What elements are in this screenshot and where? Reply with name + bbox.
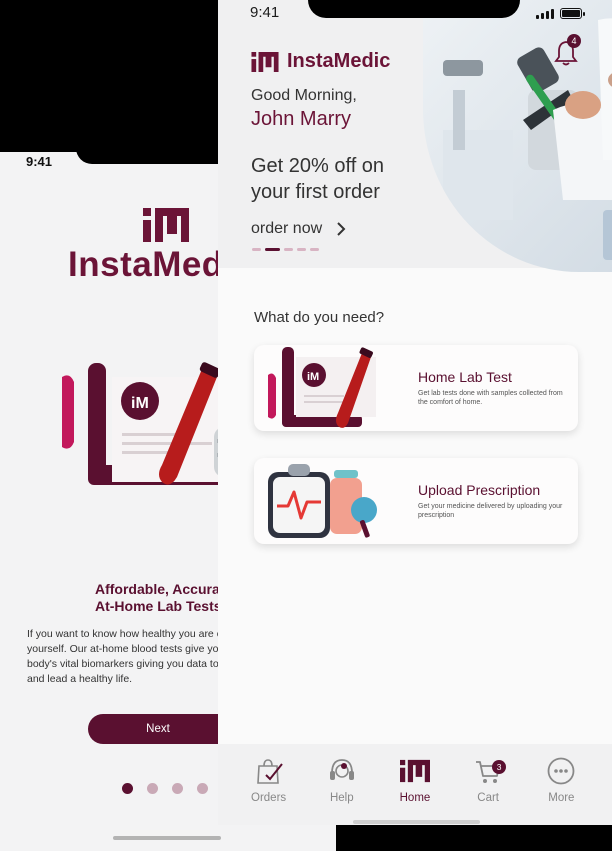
status-icons bbox=[536, 8, 585, 19]
battery-icon bbox=[560, 8, 585, 19]
home-lab-test-card[interactable]: iM Home Lab Test Get lab tests done with… bbox=[254, 345, 578, 431]
user-name: John Marry bbox=[251, 108, 352, 130]
upload-prescription-card[interactable]: Upload Prescription Get your medicine de… bbox=[254, 458, 578, 544]
prescription-clipboard-icon bbox=[268, 464, 377, 538]
hero-banner[interactable]: 9:41 InstaMedic Good Morning, John Marry… bbox=[218, 0, 612, 272]
section-title: What do you need? bbox=[254, 309, 385, 326]
home-screen: 9:41 InstaMedic Good Morning, John Marry… bbox=[218, 0, 612, 825]
card-subtitle: Get your medicine delivered by uploading… bbox=[418, 503, 563, 519]
card-subtitle: Get lab tests done with samples collecte… bbox=[418, 390, 563, 406]
bottom-tab-bar: Orders Help Home 3 Cart More bbox=[218, 744, 612, 825]
carousel-indicator bbox=[252, 248, 319, 251]
brand-name: InstaMedic bbox=[287, 50, 391, 72]
order-now-link[interactable]: order now bbox=[251, 220, 346, 238]
pager-dot[interactable] bbox=[197, 783, 208, 794]
svg-text:iM: iM bbox=[307, 371, 319, 383]
status-time: 9:41 bbox=[250, 4, 280, 21]
headset-icon bbox=[329, 759, 354, 780]
tab-label: Help bbox=[329, 792, 354, 804]
lab-test-icon: iM bbox=[268, 347, 376, 428]
carousel-dot[interactable] bbox=[252, 248, 261, 251]
status-time: 9:41 bbox=[26, 154, 53, 169]
cart-count-badge: 3 bbox=[492, 760, 507, 774]
instamedic-logo-icon bbox=[251, 51, 279, 72]
tab-home[interactable]: Home bbox=[385, 756, 445, 825]
hero-logo: InstaMedic bbox=[251, 50, 390, 73]
home-indicator bbox=[353, 820, 480, 824]
home-indicator bbox=[113, 836, 221, 840]
tab-label: Cart bbox=[477, 792, 500, 804]
pager-dot[interactable] bbox=[172, 783, 183, 794]
carousel-dot[interactable] bbox=[297, 248, 306, 251]
svg-text:iM: iM bbox=[131, 395, 149, 412]
greeting-text: Good Morning, bbox=[251, 87, 357, 104]
notification-badge: 4 bbox=[567, 34, 581, 48]
phone-notch bbox=[308, 0, 520, 18]
shopping-bag-check-icon bbox=[256, 759, 283, 784]
lab-scientist-photo bbox=[423, 0, 612, 272]
order-now-label: order now bbox=[251, 220, 323, 237]
more-dots-icon bbox=[547, 757, 575, 785]
signal-icon bbox=[536, 8, 554, 19]
carousel-dot[interactable] bbox=[284, 248, 293, 251]
tab-cart[interactable]: 3 Cart bbox=[458, 756, 518, 825]
offer-text: Get 20% off on your first order bbox=[251, 155, 385, 203]
tab-label: Home bbox=[399, 792, 431, 804]
chevron-right-icon bbox=[337, 222, 346, 236]
carousel-dot[interactable] bbox=[310, 248, 319, 251]
tab-label: Orders bbox=[251, 792, 287, 804]
tab-more[interactable]: More bbox=[531, 756, 591, 825]
card-title: Home Lab Test bbox=[418, 369, 512, 385]
card-title: Upload Prescription bbox=[418, 482, 541, 498]
tab-orders[interactable]: Orders bbox=[239, 756, 299, 825]
tab-label: More bbox=[548, 792, 575, 804]
pager-dot[interactable] bbox=[147, 783, 158, 794]
pager-dot[interactable] bbox=[122, 783, 133, 794]
home-logo-icon bbox=[399, 759, 430, 783]
onboarding-pager bbox=[122, 783, 208, 794]
carousel-dot[interactable] bbox=[265, 248, 280, 251]
instamedic-logo-icon bbox=[143, 208, 189, 242]
tab-help[interactable]: Help bbox=[312, 756, 372, 825]
